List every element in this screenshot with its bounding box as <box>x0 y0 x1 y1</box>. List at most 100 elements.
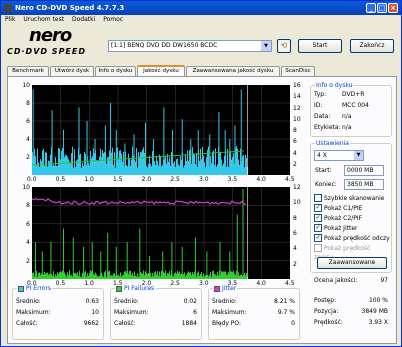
speed-value: 4 X <box>317 152 327 159</box>
show-pie-checkbox[interactable]: ✓ Pokaż C1/PIE <box>314 203 362 213</box>
pi-failures-chart <box>32 187 290 279</box>
stat-value: 0 <box>291 320 295 327</box>
x-tick-label: 2.5 <box>170 176 180 183</box>
x-tick-label: 4.0 <box>256 176 266 183</box>
show-pif-checkbox[interactable]: ✓ Pokaż C2/PIF <box>314 213 362 223</box>
x-tick-label: 2.0 <box>141 176 152 183</box>
y-tick-label: 4 <box>26 136 30 143</box>
y2-tick-label: 6 <box>293 230 297 237</box>
x-tick-label: 0.0 <box>27 280 37 287</box>
x-tick-label: 3.0 <box>199 280 209 287</box>
quick-scan-checkbox[interactable]: Szybkie skanowanie <box>314 193 385 203</box>
y2-tick-label: 10 <box>293 115 301 123</box>
disc-type-value: DVD+R <box>342 91 365 98</box>
x-tick-label: 3.5 <box>227 176 238 183</box>
stat-label: Całość: <box>114 320 136 327</box>
stat-value: 6 <box>193 309 197 316</box>
speed-result-value: 3.93 X <box>368 319 388 326</box>
window-title: Nero CD-DVD Speed 4.7.7.3 <box>15 4 125 12</box>
chevron-down-icon[interactable]: ▼ <box>261 41 271 51</box>
checkbox-label: Szybkie skanowanie <box>324 195 385 202</box>
end-label: Koniec: <box>315 181 337 188</box>
tab-disc-info[interactable]: Info o dysku <box>95 66 136 76</box>
y-tick-label: 2 <box>26 154 30 161</box>
app-window: Nero CD-DVD Speed 4.7.7.3 _ □ × Plik Uru… <box>0 0 402 347</box>
stat-label: Średnio: <box>212 298 237 305</box>
tab-bar: Benchmark Utwórz dysk Info o dysku Jakoś… <box>7 65 397 77</box>
checkbox-label: Pokaż prędkość odczy <box>324 235 390 242</box>
x-tick-label: 1.0 <box>84 280 94 287</box>
show-jitter-checkbox[interactable]: ✓ Pokaż Jitter <box>314 223 358 233</box>
stat-value: 9.7 % <box>277 309 295 316</box>
y-tick-label: 10 <box>22 82 30 89</box>
quality-score-value: 97 <box>380 277 388 284</box>
stat-label: Całość: <box>16 320 38 327</box>
jitter-swatch <box>214 285 220 292</box>
x-tick-label: 4.5 <box>285 176 295 183</box>
stat-value: 0.02 <box>183 298 197 305</box>
stat-value: 0.63 <box>85 298 99 305</box>
y2-tick-label: 4 <box>293 149 297 157</box>
stat-label: Maksimum: <box>212 309 247 316</box>
x-tick-label: 1.0 <box>84 176 94 183</box>
disc-info-group: Info o dysku Typ: DVD+R ID: MCC 004 Data… <box>310 82 392 137</box>
y-tick-label: 6 <box>26 220 30 228</box>
x-tick-label: 4.5 <box>285 280 295 287</box>
checkbox-label: Pokaż Jitter <box>324 225 358 232</box>
x-tick-label: 2.0 <box>141 280 152 287</box>
advanced-button[interactable]: Zaawansowane <box>317 257 387 269</box>
checkbox-box <box>314 243 322 252</box>
maximize-icon[interactable]: □ <box>377 3 387 13</box>
pi-errors-chart <box>32 85 290 175</box>
stat-label: Maksimum: <box>16 309 51 316</box>
y-tick-label: 8 <box>26 100 30 107</box>
tab-create-disc[interactable]: Utwórz dysk <box>50 66 94 76</box>
y2-tick-label: 16 <box>293 82 301 89</box>
checkmark-icon: ✓ <box>314 213 322 222</box>
menu-dodatki[interactable]: Dodatki <box>72 16 95 23</box>
checkbox-box <box>314 193 322 202</box>
pi-errors-stats: PI Errors Średnio: 0.63 Maksimum: 10 Cał… <box>12 285 104 340</box>
pi-failures-stats: PI Failures Średnio: 0.02 Maksimum: 6 Ca… <box>110 285 202 340</box>
stat-label: Średnio: <box>114 298 139 305</box>
tab-benchmark[interactable]: Benchmark <box>7 66 49 76</box>
close-icon[interactable]: × <box>388 3 398 13</box>
stat-value: 1884 <box>181 320 197 327</box>
settings-title: Ustawienia <box>315 140 350 147</box>
disc-info-title: Info o dysku <box>315 82 354 89</box>
y2-tick-label: 14 <box>293 93 301 101</box>
title-bar[interactable]: Nero CD-DVD Speed 4.7.7.3 _ □ × <box>1 1 401 15</box>
x-tick-label: 1.5 <box>113 280 123 287</box>
quality-score-label: Ocena jakości: <box>314 277 358 284</box>
checkmark-icon: ✓ <box>314 203 322 212</box>
settings-group: Ustawienia 4 X ▼ Start: 0000 MB Koniec: … <box>310 140 392 273</box>
close-button[interactable]: Zakończ <box>350 39 394 53</box>
menu-plik[interactable]: Plik <box>5 16 15 23</box>
app-icon <box>4 4 12 12</box>
x-tick-label: 3.0 <box>199 176 209 183</box>
show-read-speed-checkbox[interactable]: ✓ Pokaż prędkość odczy <box>314 233 390 243</box>
tab-advanced-quality[interactable]: Zaawansowana jakość dysku <box>186 66 280 76</box>
start-button[interactable]: Start <box>298 39 342 53</box>
tab-scandisc[interactable]: ScanDisc <box>281 66 315 76</box>
speed-select[interactable]: 4 X ▼ <box>314 150 364 161</box>
show-write-speed-checkbox[interactable]: Pokaż prędkość zapisu <box>314 243 391 261</box>
menu-bar: Plik Uruchom test Dodatki Pomoc <box>1 15 401 24</box>
minimize-icon[interactable]: _ <box>366 3 376 13</box>
menu-uruchom-test[interactable]: Uruchom test <box>23 16 64 23</box>
refresh-icon[interactable]: ⟲ <box>277 39 291 53</box>
x-tick-label: 0.5 <box>55 176 66 183</box>
y2-tick-label: 12 <box>293 184 301 191</box>
menu-pomoc[interactable]: Pomoc <box>103 16 123 23</box>
position-value: 3849 MB <box>361 308 388 315</box>
stat-value: 10 <box>91 309 99 316</box>
drive-select[interactable]: [1:1] BENQ DVD DD DW1650 BCDC ▼ <box>108 40 272 52</box>
start-input[interactable]: 0000 MB <box>344 165 384 176</box>
nero-logo: nero CD·DVD SPEED <box>7 25 103 59</box>
pi-errors-swatch <box>18 285 24 292</box>
position-label: Pozycja: <box>314 308 339 315</box>
x-tick-label: 2.5 <box>170 280 180 287</box>
end-input[interactable]: 3850 MB <box>344 179 384 190</box>
chevron-down-icon[interactable]: ▼ <box>354 151 363 160</box>
y2-tick-label: 6 <box>293 138 297 146</box>
